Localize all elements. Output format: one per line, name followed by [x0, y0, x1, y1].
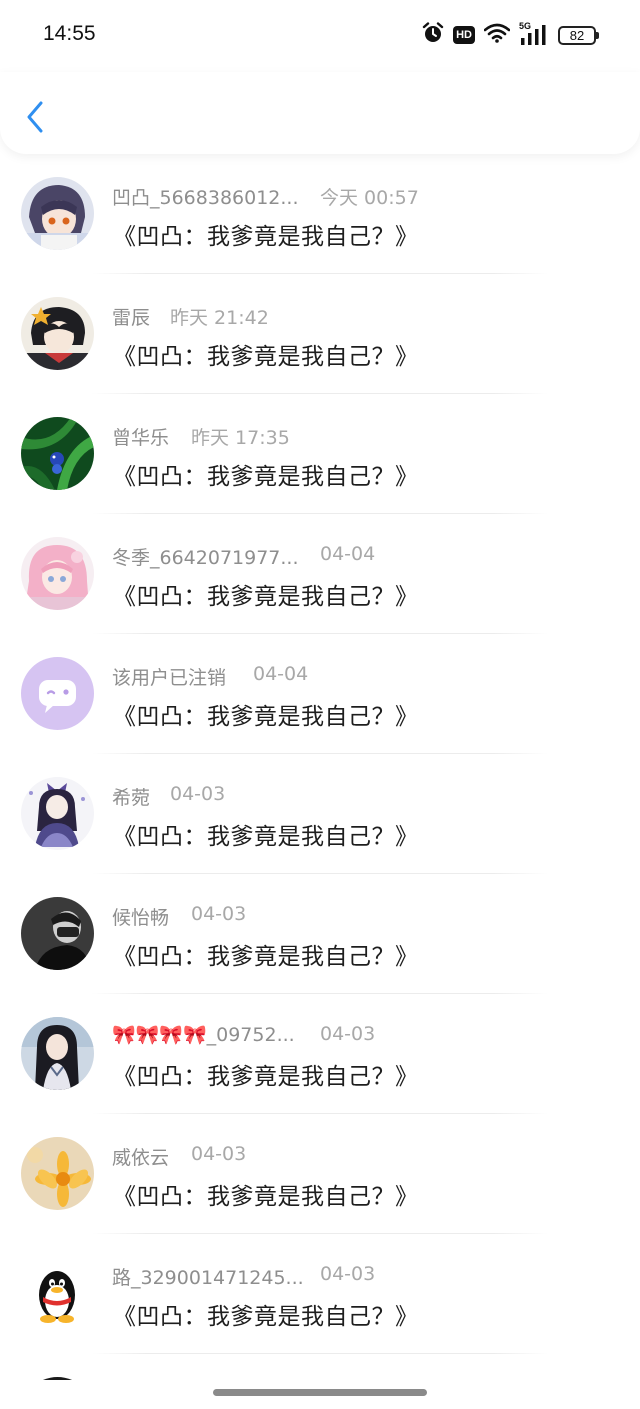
cellular-signal-icon: 5G [519, 21, 549, 46]
top-nav-bar [0, 72, 640, 154]
comment-time: 昨天 17:35 [191, 427, 290, 449]
username[interactable]: 该用户已注销 [112, 663, 226, 690]
username[interactable]: 凹凸_5668386012... [112, 183, 299, 210]
username[interactable]: 候怡畅 [112, 903, 169, 930]
user-avatar[interactable] [21, 1377, 94, 1380]
username[interactable]: 雷辰 [112, 303, 150, 330]
comment-text[interactable]: 《凹凸：我爹竟是我自己？》 [113, 1177, 419, 1211]
username[interactable]: 曾华乐 [112, 423, 169, 450]
comment-text[interactable]: 《凹凸：我爹竟是我自己？》 [113, 1297, 419, 1331]
comment-meta: 路_329001471245... 04-03 [112, 1263, 375, 1290]
user-avatar[interactable] [21, 1137, 94, 1210]
comment-time: 04-03 [320, 1023, 376, 1045]
comment-item[interactable]: 路_329001471245... 04-03 《凹凸：我爹竟是我自己？》 [0, 1234, 640, 1354]
comment-item[interactable]: 🎀🎀🎀🎀_09752... 04-03 《凹凸：我爹竟是我自己？》 [0, 994, 640, 1114]
username[interactable]: 冬季_6642071977... [112, 543, 299, 570]
comment-item[interactable]: 冬季_6642071977... 04-04 《凹凸：我爹竟是我自己？》 [0, 514, 640, 634]
username[interactable]: 路_329001471245... [112, 1263, 304, 1290]
comment-item[interactable]: 威依云 04-03 《凹凸：我爹竟是我自己？》 [0, 1114, 640, 1234]
user-avatar[interactable] [21, 177, 94, 250]
alarm-icon [422, 22, 444, 48]
user-avatar[interactable] [21, 897, 94, 970]
comment-meta: 该用户已注销 04-04 [112, 663, 308, 690]
comment-text[interactable]: 《凹凸：我爹竟是我自己？》 [113, 217, 419, 251]
battery-icon: 82 [558, 25, 599, 45]
comment-time: 04-03 [191, 1143, 247, 1165]
user-avatar[interactable] [21, 657, 94, 730]
comment-time: 04-03 [191, 903, 247, 925]
username[interactable]: 🎀🎀🎀🎀_09752... [112, 1023, 295, 1046]
comment-item[interactable]: 凹凸_5668386012... 今天 00:57 《凹凸：我爹竟是我自己？》 [0, 154, 640, 274]
comment-meta: 冬季_6642071977... 04-04 [112, 543, 375, 570]
comment-text[interactable]: 《凹凸：我爹竟是我自己？》 [113, 817, 419, 851]
comment-meta: 🎀🎀🎀🎀_09752... 04-03 [112, 1023, 375, 1049]
comment-text[interactable]: 《凹凸：我爹竟是我自己？》 [113, 577, 419, 611]
username[interactable]: 希菀 [112, 783, 150, 810]
username[interactable]: 威依云 [112, 1143, 169, 1170]
comment-text[interactable]: 《凹凸：我爹竟是我自己？》 [113, 457, 419, 491]
comment-time: 04-03 [170, 783, 226, 805]
comment-meta: 曾华乐 昨天 17:35 [112, 423, 290, 450]
user-avatar[interactable] [21, 1017, 94, 1090]
hd-icon: HD [453, 26, 475, 44]
comment-item[interactable]: 该用户已注销 04-04 《凹凸：我爹竟是我自己？》 [0, 634, 640, 754]
comment-meta: 凹凸_5668386012... 今天 00:57 [112, 183, 419, 210]
comment-item[interactable]: 候怡畅 04-03 《凹凸：我爹竟是我自己？》 [0, 874, 640, 994]
comment-meta: 雷辰 昨天 21:42 [112, 303, 269, 330]
back-button[interactable] [18, 97, 52, 137]
comment-time: 今天 00:57 [320, 187, 419, 209]
comment-text[interactable]: 《凹凸：我爹竟是我自己？》 [113, 337, 419, 371]
comment-meta: 希菀 04-03 [112, 783, 225, 810]
status-icons: HD 5G 82 [422, 21, 599, 48]
comment-item[interactable] [0, 1354, 640, 1380]
wifi-icon [483, 23, 511, 47]
user-avatar[interactable] [21, 297, 94, 370]
user-avatar[interactable] [21, 777, 94, 850]
user-avatar[interactable] [21, 1257, 94, 1330]
comment-meta: 威依云 04-03 [112, 1143, 246, 1170]
user-avatar[interactable] [21, 417, 94, 490]
status-time: 14:55 [43, 22, 96, 45]
comment-text[interactable]: 《凹凸：我爹竟是我自己？》 [113, 697, 419, 731]
comment-meta: 候怡畅 04-03 [112, 903, 246, 930]
home-indicator[interactable] [213, 1389, 427, 1396]
comment-item[interactable]: 曾华乐 昨天 17:35 《凹凸：我爹竟是我自己？》 [0, 394, 640, 514]
comment-time: 04-03 [320, 1263, 376, 1285]
comment-item[interactable]: 希菀 04-03 《凹凸：我爹竟是我自己？》 [0, 754, 640, 874]
status-bar: 14:55 HD 5G 82 [0, 0, 640, 72]
comment-time: 04-04 [320, 543, 376, 565]
comment-list[interactable]: 凹凸_5668386012... 今天 00:57 《凹凸：我爹竟是我自己？》 … [0, 154, 640, 1380]
user-avatar[interactable] [21, 537, 94, 610]
comment-text[interactable]: 《凹凸：我爹竟是我自己？》 [113, 937, 419, 971]
comment-text[interactable]: 《凹凸：我爹竟是我自己？》 [113, 1057, 419, 1091]
chevron-left-icon [27, 101, 43, 133]
comment-item[interactable]: 雷辰 昨天 21:42 《凹凸：我爹竟是我自己？》 [0, 274, 640, 394]
comment-time: 04-04 [253, 663, 309, 685]
comment-time: 昨天 21:42 [170, 307, 269, 329]
